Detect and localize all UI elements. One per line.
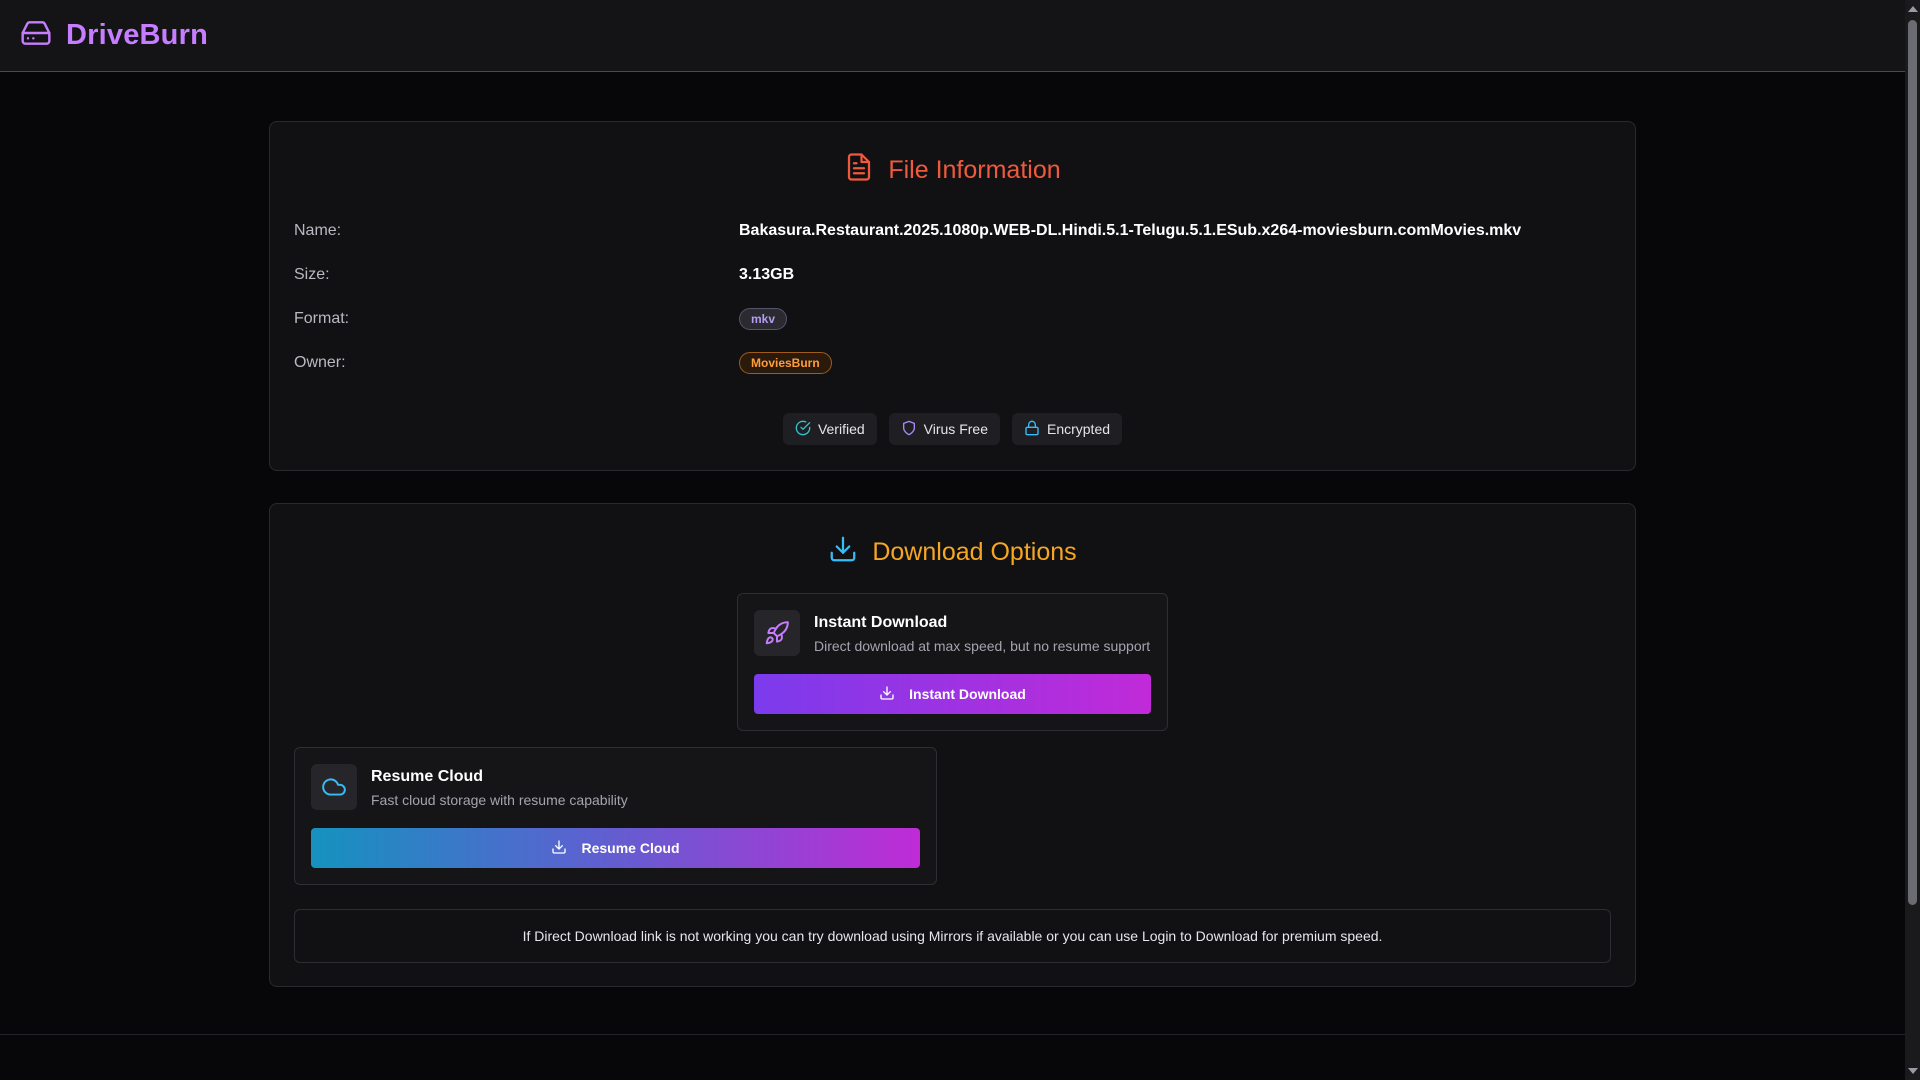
download-options-title: Download Options — [872, 538, 1077, 566]
size-label: Size: — [294, 266, 330, 283]
scroll-down-arrow[interactable] — [1908, 1068, 1918, 1074]
resume-cloud-option: Resume Cloud Fast cloud storage with res… — [294, 747, 937, 885]
rocket-icon — [754, 610, 800, 656]
virus-free-label: Virus Free — [923, 421, 988, 437]
instant-download-button[interactable]: Instant Download — [754, 674, 1151, 714]
file-text-icon — [844, 152, 874, 189]
verified-label: Verified — [817, 421, 865, 437]
instant-download-button-label: Instant Download — [909, 686, 1026, 702]
owner-label: Owner: — [294, 354, 346, 371]
download-options-card: Download Options Instant Download Direct… — [269, 503, 1636, 987]
format-badge: mkv — [739, 308, 788, 330]
instant-download-option: Instant Download Direct download at max … — [737, 593, 1168, 731]
file-size-value: 3.13GB — [739, 266, 795, 283]
brand-name: DriveBurn — [66, 19, 208, 51]
hard-drive-icon — [20, 17, 52, 54]
download-icon — [879, 685, 909, 704]
owner-badge: MoviesBurn — [739, 352, 832, 374]
security-badges: Verified Virus Free Encrypted — [270, 413, 1635, 445]
brand-logo[interactable]: DriveBurn — [20, 17, 208, 54]
format-label: Format: — [294, 310, 350, 327]
file-name-value: Bakasura.Restaurant.2025.1080p.WEB-DL.Hi… — [739, 222, 1522, 239]
shield-icon — [901, 420, 924, 439]
file-information-title: File Information — [888, 156, 1061, 184]
instant-download-title: Instant Download — [814, 614, 948, 631]
name-label: Name: — [294, 222, 342, 239]
lock-icon — [1024, 420, 1047, 439]
file-format-row: Format: mkv — [294, 304, 1611, 334]
encrypted-badge: Encrypted — [1011, 413, 1123, 445]
cloud-icon — [311, 764, 357, 810]
resume-cloud-button-label: Resume Cloud — [581, 840, 680, 856]
download-icon — [828, 534, 858, 571]
instant-download-description: Direct download at max speed, but no res… — [814, 638, 1151, 654]
download-options-heading: Download Options — [270, 534, 1635, 571]
check-circle-icon — [795, 420, 818, 439]
verified-badge: Verified — [782, 413, 877, 445]
resume-cloud-button[interactable]: Resume Cloud — [311, 828, 920, 868]
download-help-note: If Direct Download link is not working y… — [294, 909, 1611, 963]
file-information-card: File Information Name: Bakasura.Restaura… — [269, 121, 1636, 471]
top-bar: DriveBurn — [0, 0, 1905, 72]
page-scrollbar[interactable] — [1905, 0, 1920, 1080]
scrollbar-thumb[interactable] — [1908, 20, 1917, 905]
file-size-row: Size: 3.13GB — [294, 260, 1611, 290]
scroll-up-arrow[interactable] — [1908, 6, 1918, 12]
resume-cloud-title: Resume Cloud — [371, 768, 484, 785]
file-information-heading: File Information — [270, 152, 1635, 189]
download-icon — [551, 839, 581, 858]
file-name-row: Name: Bakasura.Restaurant.2025.1080p.WEB… — [294, 216, 1611, 246]
encrypted-label: Encrypted — [1046, 421, 1111, 437]
footer-divider — [0, 1034, 1905, 1035]
file-owner-row: Owner: MoviesBurn — [294, 348, 1611, 378]
virus-free-badge: Virus Free — [888, 413, 1000, 445]
resume-cloud-description: Fast cloud storage with resume capabilit… — [371, 792, 628, 808]
